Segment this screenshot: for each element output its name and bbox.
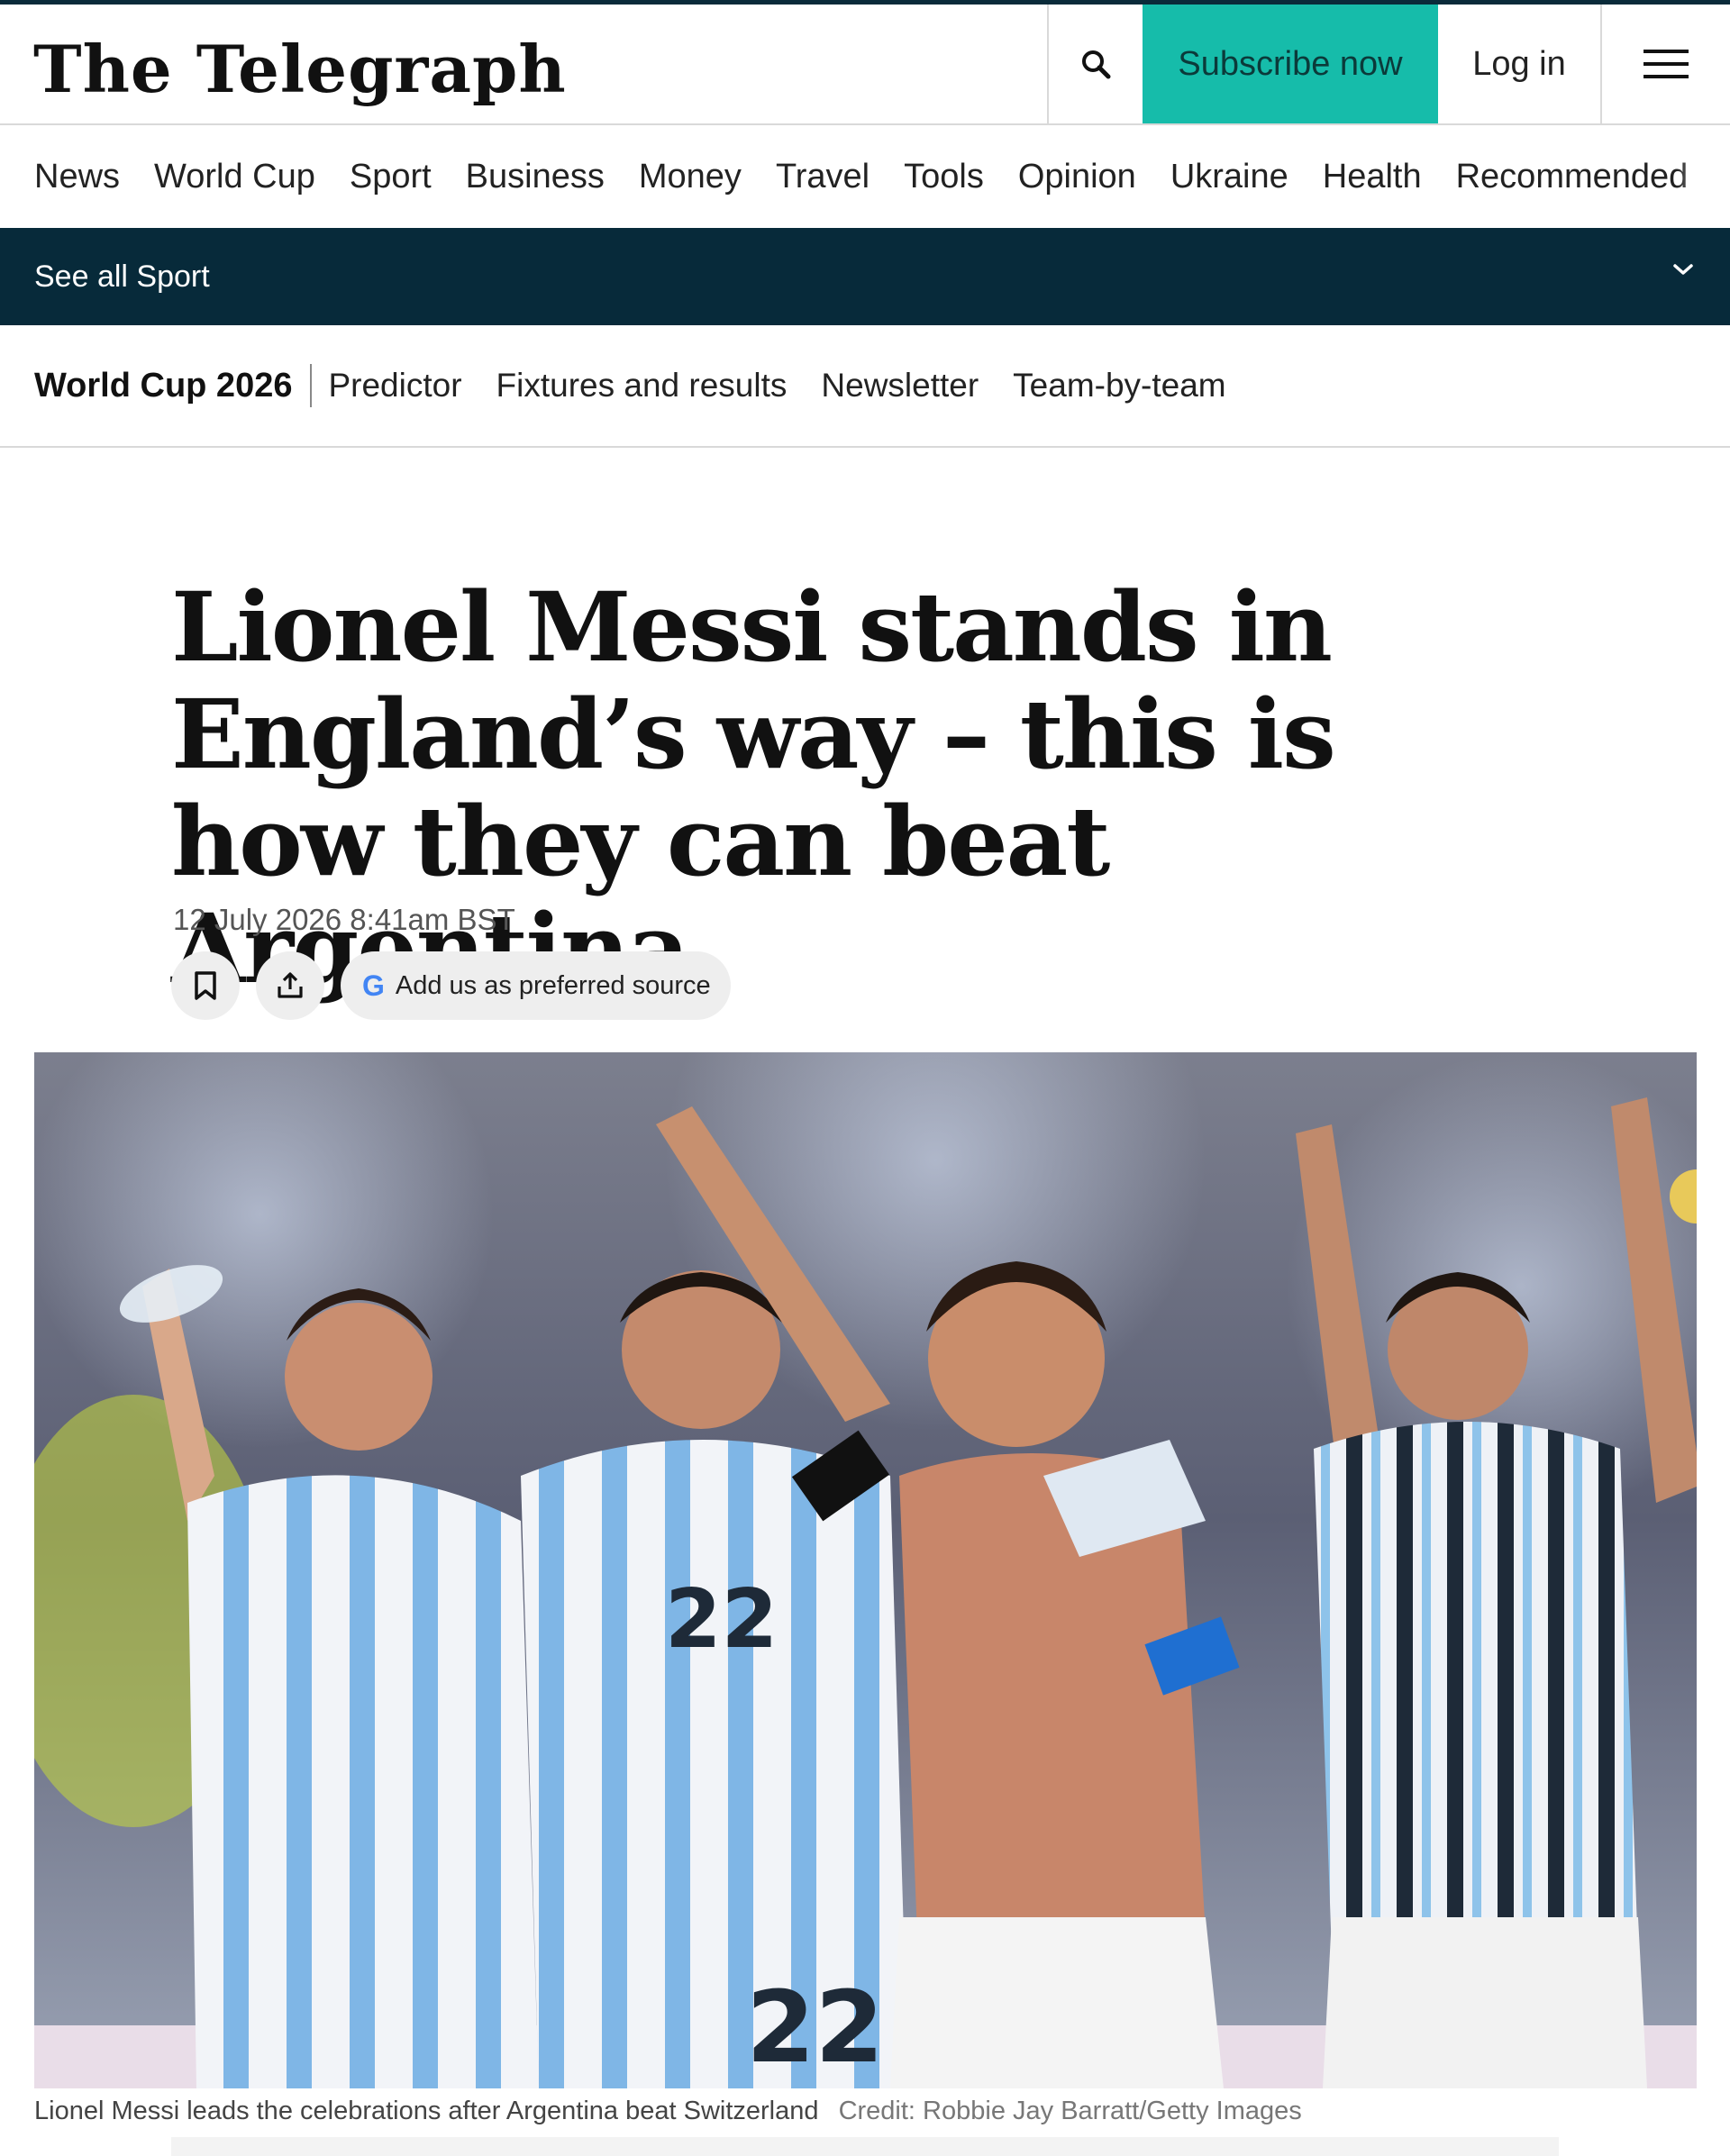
bookmark-icon (195, 971, 216, 1000)
sub-nav-newsletter[interactable]: Newsletter (821, 367, 979, 405)
image-credit: Credit: Robbie Jay Barratt/Getty Images (838, 2097, 1302, 2125)
see-all-sport-label: See all Sport (34, 259, 210, 294)
telegraph-logo[interactable]: The Telegraph (33, 26, 567, 113)
nav-item-money[interactable]: Money (639, 158, 742, 196)
svg-text:22: 22 (665, 1572, 778, 1667)
share-button[interactable] (256, 951, 324, 1020)
add-preferred-source-button[interactable]: G Add us as preferred source (341, 951, 731, 1020)
sub-nav-fixtures-results[interactable]: Fixtures and results (496, 367, 788, 405)
article-headline: Lionel Messi stands in England’s way – t… (171, 570, 1336, 1005)
nav-item-tools[interactable]: Tools (904, 158, 984, 196)
primary-nav: News World Cup Sport Business Money Trav… (0, 125, 1730, 228)
nav-item-opinion[interactable]: Opinion (1018, 158, 1136, 196)
article-date: 12 July 2026 8:41am BST (173, 903, 515, 936)
image-caption: Lionel Messi leads the celebrations afte… (34, 2097, 1302, 2126)
see-all-sport-bar[interactable]: See all Sport (0, 228, 1730, 325)
sub-nav-predictor[interactable]: Predictor (328, 367, 461, 405)
nav-item-health[interactable]: Health (1323, 158, 1422, 196)
chevron-down-icon (1673, 264, 1693, 275)
next-content-placeholder (171, 2137, 1559, 2156)
masthead-actions: Subscribe now Log in (1047, 5, 1730, 123)
search-button[interactable] (1047, 5, 1143, 123)
nav-item-business[interactable]: Business (466, 158, 605, 196)
image-caption-text: Lionel Messi leads the celebrations afte… (34, 2097, 819, 2125)
nav-item-ukraine[interactable]: Ukraine (1170, 158, 1288, 196)
section-title-world-cup-2026[interactable]: World Cup 2026 (34, 367, 292, 405)
nav-item-world-cup[interactable]: World Cup (154, 158, 315, 196)
google-g-icon: G (362, 969, 385, 1002)
search-icon (1082, 50, 1111, 79)
nav-item-sport[interactable]: Sport (350, 158, 432, 196)
login-button[interactable]: Log in (1438, 5, 1600, 123)
share-icon (278, 972, 303, 998)
add-preferred-source-label: Add us as preferred source (395, 970, 711, 1000)
hero-photo-illustration: 22 22 (34, 1052, 1697, 2088)
bookmark-button[interactable] (171, 951, 240, 1020)
nav-item-recommended[interactable]: Recommended (1456, 158, 1689, 196)
nav-fade-overlay (1676, 125, 1730, 228)
sub-nav-team-by-team[interactable]: Team-by-team (1013, 367, 1225, 405)
hamburger-menu-icon (1644, 50, 1689, 78)
nav-item-news[interactable]: News (34, 158, 120, 196)
svg-text:22: 22 (746, 1970, 884, 2085)
masthead: The Telegraph Subscribe now Log in (0, 5, 1730, 125)
menu-button[interactable] (1600, 5, 1730, 123)
world-cup-sub-nav: World Cup 2026 Predictor Fixtures and re… (0, 325, 1730, 448)
article-actions: G Add us as preferred source (171, 951, 731, 1020)
sub-nav-divider (310, 364, 313, 407)
hero-image: 22 22 (34, 1052, 1697, 2088)
subscribe-button[interactable]: Subscribe now (1143, 5, 1438, 123)
nav-item-travel[interactable]: Travel (776, 158, 870, 196)
